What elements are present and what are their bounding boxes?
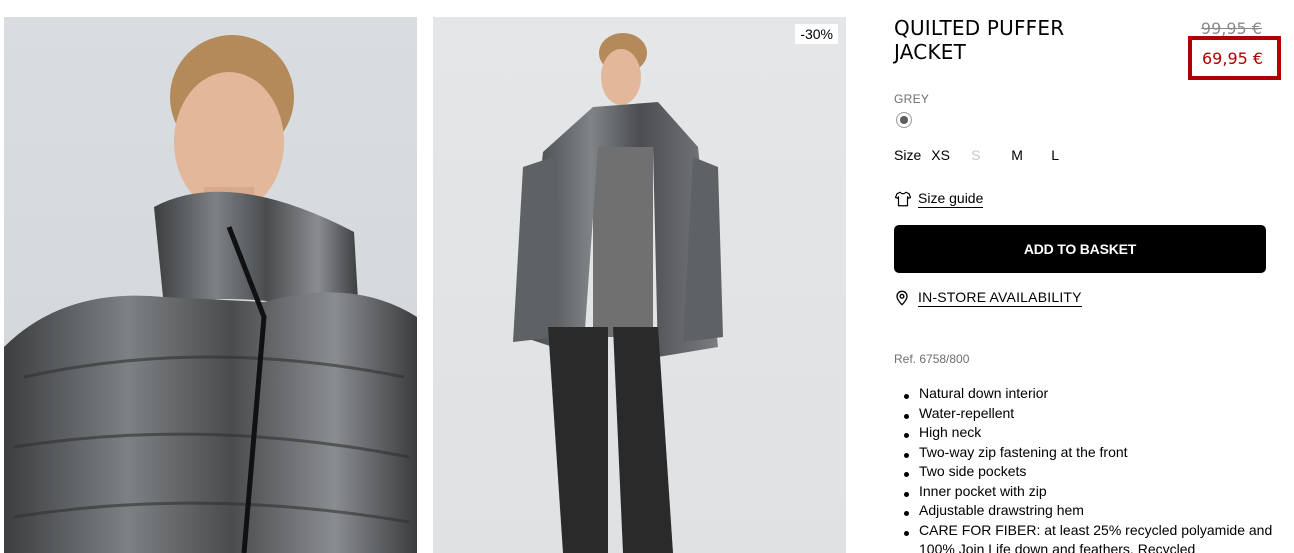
feature-item: Inner pocket with zip: [904, 482, 1274, 502]
in-store-availability-label: IN-STORE AVAILABILITY: [918, 289, 1082, 307]
size-option-m[interactable]: M: [1011, 147, 1051, 163]
price-highlight-box: 69,95 €: [1188, 36, 1281, 80]
size-option-s: S: [971, 147, 981, 163]
feature-item: CARE FOR FIBER: at least 25% recycled po…: [904, 521, 1274, 553]
in-store-availability-link[interactable]: IN-STORE AVAILABILITY: [894, 289, 1082, 307]
size-guide-label: Size guide: [918, 190, 984, 208]
model-full-image: [513, 33, 723, 553]
product-photo-closeup[interactable]: [4, 17, 417, 553]
size-selector: Size XS S M L: [894, 147, 1091, 163]
feature-item: Natural down interior: [904, 384, 1274, 404]
product-title: QUILTED PUFFER JACKET: [894, 16, 1065, 64]
sale-price: 69,95 €: [1202, 49, 1264, 68]
model-closeup-image: [4, 35, 417, 553]
add-to-basket-button[interactable]: ADD TO BASKET: [894, 225, 1266, 273]
discount-badge: -30%: [795, 24, 838, 44]
color-swatch-grey[interactable]: [896, 112, 912, 128]
location-pin-icon: [896, 290, 908, 306]
feature-item: Adjustable drawstring hem: [904, 501, 1274, 521]
product-reference: Ref. 6758/800: [894, 352, 970, 366]
feature-item: High neck: [904, 423, 1274, 443]
feature-list: Natural down interior Water-repellent Hi…: [904, 384, 1274, 553]
feature-item: Two side pockets: [904, 462, 1274, 482]
product-photo-full[interactable]: -30%: [433, 17, 846, 553]
size-option-xs[interactable]: XS: [931, 147, 971, 163]
size-option-l[interactable]: L: [1051, 147, 1091, 163]
feature-item: Water-repellent: [904, 404, 1274, 424]
tshirt-icon: [894, 191, 912, 207]
size-label: Size: [894, 147, 922, 163]
product-info-panel: QUILTED PUFFER JACKET 99,95 € 69,95 € GR…: [894, 0, 1281, 553]
color-label: GREY: [894, 92, 930, 106]
size-guide-link[interactable]: Size guide: [894, 190, 984, 208]
feature-item: Two-way zip fastening at the front: [904, 443, 1274, 463]
